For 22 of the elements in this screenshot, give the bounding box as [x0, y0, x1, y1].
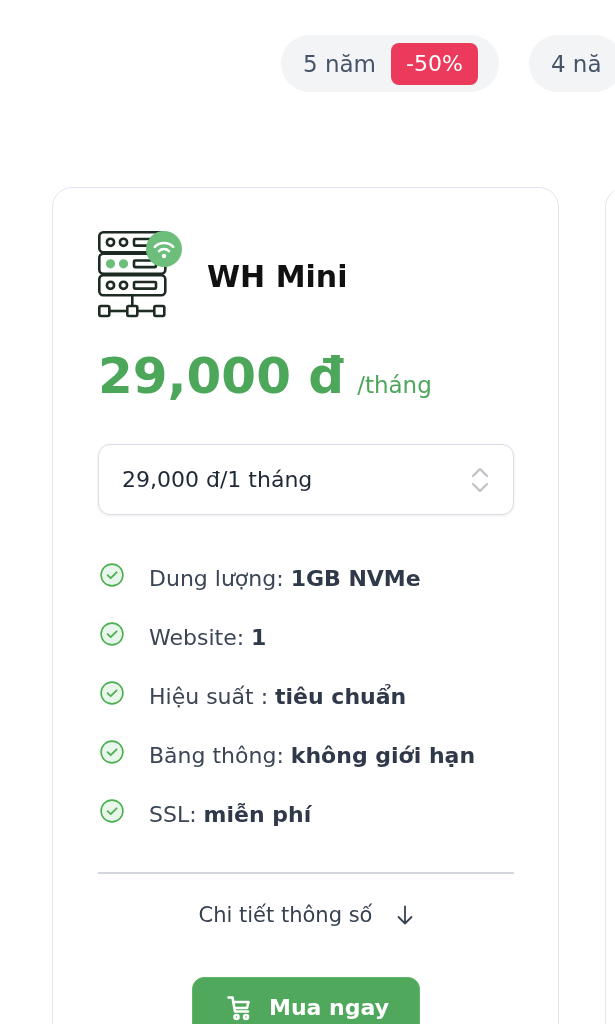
arrow-down-icon [397, 905, 414, 925]
cart-icon [227, 994, 251, 1021]
specs-toggle-link[interactable]: Chi tiết thông số [198, 900, 414, 930]
price-period: /tháng [357, 372, 432, 398]
check-circle-icon [100, 799, 124, 823]
feature-text: Băng thông: không giới hạn [149, 741, 476, 770]
plan-price: 29,000 đ [98, 346, 345, 407]
plan-title: WH Mini [207, 259, 348, 295]
server-network-icon [98, 231, 183, 319]
feature-text: Hiệu suất : tiêu chuẩn [149, 682, 407, 711]
check-circle-icon [100, 622, 124, 646]
duration-tab[interactable]: 5 năm -50% [281, 35, 499, 92]
feature-text: Website: 1 [149, 623, 267, 652]
duration-tab[interactable]: 4 nă [528, 35, 615, 92]
check-circle-icon [100, 563, 124, 587]
check-circle-icon [100, 740, 124, 764]
discount-badge: -50% [391, 42, 478, 85]
check-circle-icon [100, 681, 124, 705]
up-down-chevron-icon [471, 465, 489, 494]
billing-period-select[interactable]: 29,000 đ/1 tháng [98, 444, 514, 515]
feature-text: Dung lượng: 1GB NVMe [149, 564, 421, 593]
feature-text: SSL: miễn phí [149, 800, 312, 829]
